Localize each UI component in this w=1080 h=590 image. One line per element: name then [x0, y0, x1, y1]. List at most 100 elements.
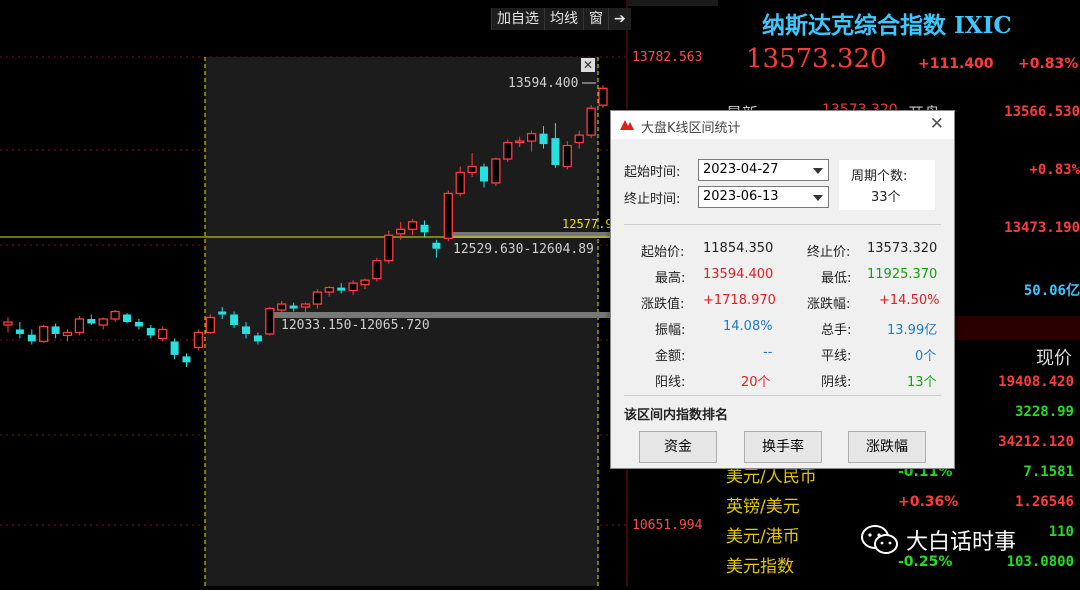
candle-body	[562, 144, 572, 168]
yellow-level-label: 12577.9	[562, 217, 613, 231]
candle-body	[15, 329, 24, 334]
candle-body	[300, 303, 311, 308]
amount-value: 50.06亿	[1023, 283, 1080, 299]
candle-body	[407, 221, 418, 230]
add-watch-button[interactable]: 加自选	[491, 8, 544, 30]
candle-body	[384, 234, 394, 262]
price-column-header: 现价	[1036, 348, 1072, 369]
candle-body	[182, 356, 191, 363]
wechat-watermark: 大白话时事	[860, 522, 1016, 558]
start-date-select[interactable]: 2023-04-27	[698, 159, 829, 181]
candle-body	[574, 134, 584, 144]
candle-body	[420, 224, 429, 233]
low-label: 最低:	[821, 271, 852, 286]
amplitude-value: 14.08%	[723, 319, 773, 334]
candle-body	[432, 242, 441, 249]
quote-row-value: 110	[1048, 524, 1074, 540]
end-date-select[interactable]: 2023-06-13	[698, 186, 829, 208]
close-annotation-icon[interactable]: ✕	[581, 58, 595, 72]
candle-body	[360, 279, 370, 286]
rank-turnover-button[interactable]: 换手率	[744, 431, 822, 463]
candle-body	[348, 282, 358, 292]
amount-label: 金额:	[655, 349, 686, 364]
candle-body	[134, 321, 143, 327]
end-date-value: 2023-06-13	[703, 189, 779, 204]
index-price: 13573.320	[746, 44, 887, 74]
candle-body	[146, 327, 155, 336]
rank-fund-button[interactable]: 资金	[639, 431, 717, 463]
up-count-value: 20个	[741, 375, 771, 390]
divider	[624, 224, 941, 225]
candle-body	[51, 326, 60, 334]
candle-body	[289, 305, 298, 309]
volume-label: 总手:	[821, 323, 852, 338]
candle-body	[39, 325, 49, 343]
start-date-value: 2023-04-27	[703, 162, 779, 177]
change-pct-2: +0.83%	[1029, 162, 1080, 178]
ma-button[interactable]: 均线	[544, 8, 583, 30]
change-label: 涨跌值:	[641, 297, 685, 312]
quote-row-name: 美元指数	[726, 557, 794, 577]
prev-close-value: 13473.190	[1004, 220, 1080, 236]
candle-body	[312, 291, 323, 305]
end-price-label: 终止价:	[807, 245, 851, 260]
candle-body	[87, 318, 96, 324]
flat-value: 0个	[915, 349, 937, 364]
watermark-text: 大白话时事	[906, 530, 1017, 555]
change-pct-value: +14.50%	[879, 293, 940, 308]
pin-right-icon[interactable]: ➔	[608, 8, 631, 30]
candle-body	[123, 314, 131, 322]
candle-body	[480, 166, 488, 182]
candle-body	[170, 341, 179, 355]
window-button[interactable]: 窗	[583, 8, 608, 30]
candle-body	[110, 310, 120, 320]
candle-body	[372, 260, 382, 280]
candle-body	[253, 335, 262, 342]
low-value: 11925.370	[867, 267, 938, 282]
candle-body	[265, 307, 275, 335]
chevron-down-icon	[813, 168, 823, 174]
quote-row-value: 34212.120	[998, 434, 1074, 450]
candle-body	[277, 303, 287, 311]
quote-row-value: 3228.99	[1014, 404, 1074, 420]
candle-body	[218, 311, 227, 315]
high-value: 13594.400	[703, 267, 774, 282]
quote-row-name: 英镑/美元	[726, 497, 800, 517]
rank-change-button[interactable]: 涨跌幅	[848, 431, 926, 463]
index-change: +111.400	[918, 56, 994, 72]
range-high-annotation: 12529.630-12604.89	[453, 242, 594, 257]
down-count-label: 阴线:	[821, 375, 852, 390]
index-title: 纳斯达克综合指数 IXIC	[762, 12, 1012, 39]
candle-body	[193, 331, 204, 349]
end-time-label: 终止时间:	[624, 192, 681, 207]
change-value: +1718.970	[703, 293, 776, 308]
candle-body	[62, 331, 73, 337]
quote-row-value: 1.26546	[1014, 494, 1074, 510]
quote-row-value: 19408.420	[998, 374, 1074, 390]
candle-body	[337, 287, 346, 291]
quote-row-value: 103.0800	[1006, 554, 1074, 570]
candle-body	[27, 334, 36, 342]
close-icon[interactable]: ✕	[930, 114, 944, 134]
end-price-value: 13573.320	[867, 241, 938, 256]
open-value: 13566.530	[1004, 104, 1080, 120]
up-count-label: 阳线:	[655, 375, 686, 390]
quote-row[interactable]: 英镑/美元 +0.36% 1.26546	[718, 488, 1080, 518]
index-change-pct: +0.83%	[1018, 56, 1079, 72]
quote-row-name: 美元/港币	[726, 527, 800, 547]
period-count-label: 周期个数:	[851, 169, 908, 184]
down-count-value: 13个	[907, 375, 937, 390]
candle-body	[158, 328, 168, 340]
change-pct-label: 涨跌幅:	[807, 297, 851, 312]
dialog-title: 大盘K线区间统计	[641, 121, 741, 136]
dialog-titlebar[interactable]: 大盘K线区间统计 ✕	[611, 111, 954, 139]
candle-body	[324, 286, 334, 293]
candle-body	[586, 107, 596, 136]
candle-body	[515, 140, 525, 144]
quote-row-value: 7.1581	[1023, 464, 1074, 480]
interval-stats-dialog: 大盘K线区间统计 ✕ 起始时间: 2023-04-27 终止时间: 2023-0…	[610, 110, 955, 469]
period-count-box: 周期个数: 33个	[839, 160, 935, 210]
amplitude-label: 振幅:	[655, 323, 686, 338]
start-price-label: 起始价:	[641, 245, 685, 260]
rank-section-title: 该区间内指数排名	[624, 408, 729, 423]
